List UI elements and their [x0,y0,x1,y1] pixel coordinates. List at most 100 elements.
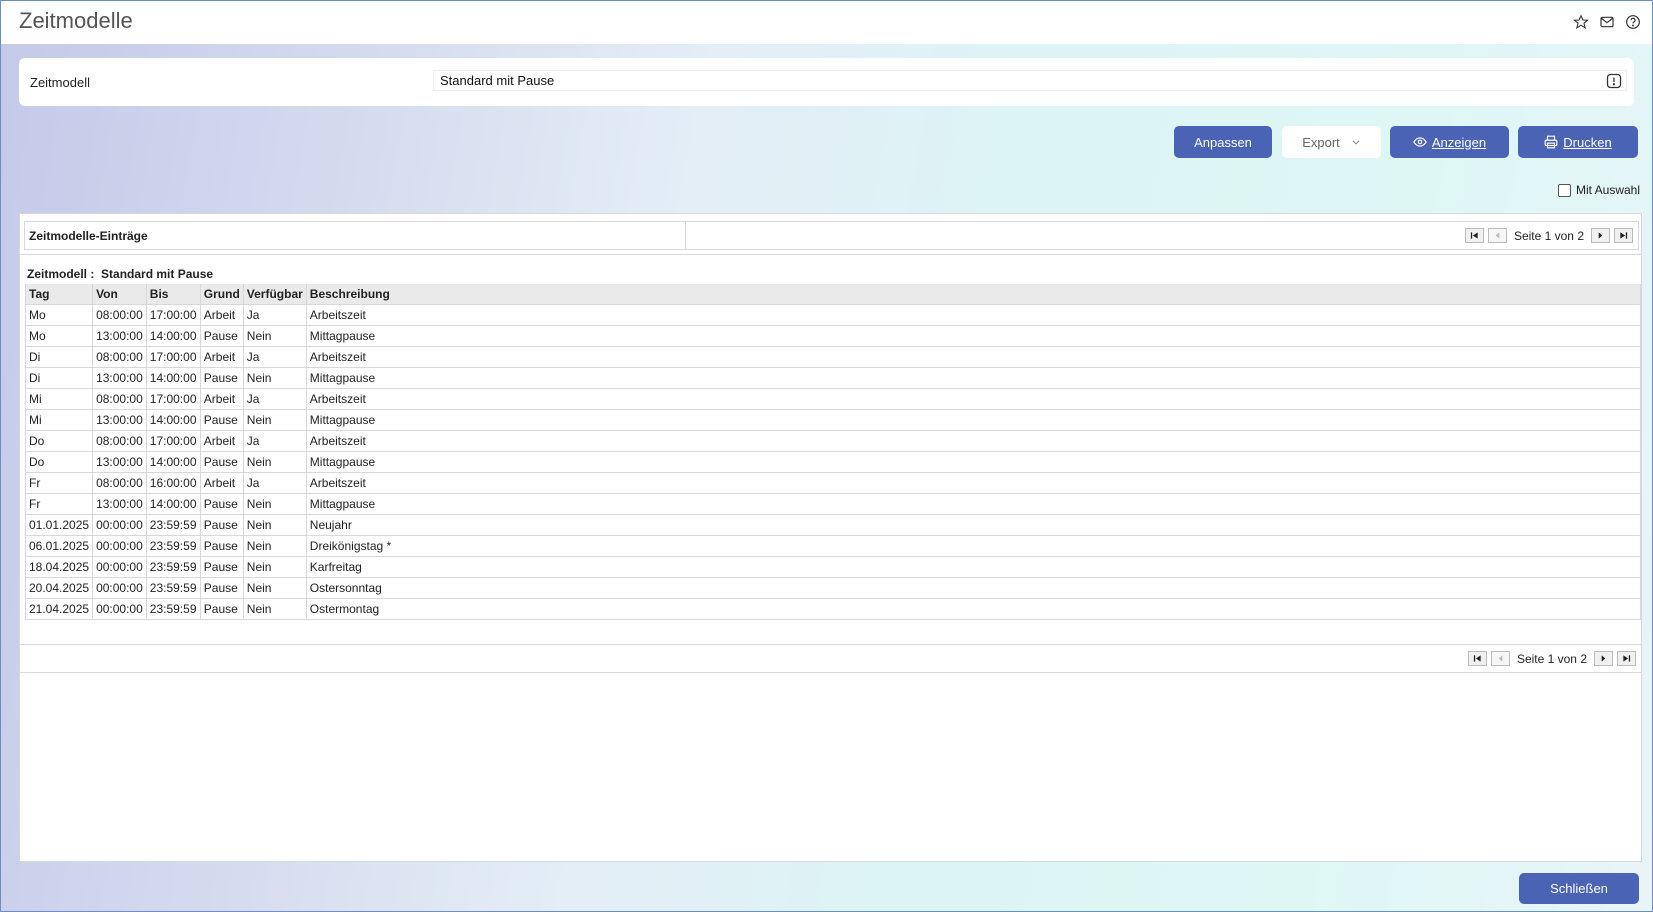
table-cell: Nein [243,325,307,347]
table-cell: Arbeitszeit [306,346,1642,368]
table-cell: Arbeitszeit [306,304,1642,326]
report-footer: Seite 1 von 2 [20,644,1641,673]
table-cell: Pause [200,514,244,536]
zeitmodell-input[interactable] [433,70,1627,91]
alert-icon[interactable] [1606,73,1622,89]
page-title: Zeitmodelle [19,8,133,33]
header-icons [1572,13,1642,31]
table-cell: 14:00:00 [146,409,201,431]
anpassen-button[interactable]: Anpassen [1174,126,1272,158]
table-row: Di 08:00:00 17:00:00 Arbeit Ja Arbeitszeit [24,346,1642,368]
table-row: Mo 13:00:00 14:00:00 Pause Nein Mittagpause [24,325,1642,347]
table-cell: 08:00:00 [92,430,147,452]
table-cell: 00:00:00 [92,514,147,536]
table-cell: 20.04.2025 [24,577,94,599]
table-cell: Mittagpause [306,409,1642,431]
table-cell: Ja [243,430,307,452]
last-page-icon[interactable] [1617,651,1636,666]
table-row: Fr 08:00:00 16:00:00 Arbeit Ja Arbeitszeit [24,472,1642,494]
help-icon[interactable] [1624,13,1642,31]
table-cell: 13:00:00 [92,367,147,389]
table-row: 18.04.2025 00:00:00 23:59:59 Pause Nein Karfr… [24,556,1642,578]
table-cell: 00:00:00 [92,535,147,557]
first-page-icon[interactable] [1467,651,1487,666]
printer-icon [1544,135,1558,149]
divider [20,254,1641,255]
table-cell: Ja [243,388,307,410]
schliessen-button[interactable]: Schließen [1519,873,1639,904]
table-cell: Di [24,346,94,368]
table-cell: Nein [243,577,307,599]
last-page-icon[interactable] [1614,228,1633,243]
table-cell: 14:00:00 [146,367,201,389]
anzeigen-label: Anzeigen [1431,134,1487,150]
mit-auswahl-option[interactable]: Mit Auswahl [1557,183,1640,197]
table-cell: Nein [243,598,307,620]
export-label: Export [1302,134,1340,150]
table-cell: 23:59:59 [146,577,201,599]
pager-top: Seite 1 von 2 [1464,228,1633,243]
table-cell: Nein [243,514,307,536]
table-cell: 23:59:59 [146,514,201,536]
first-page-icon[interactable] [1464,228,1484,243]
table-cell: 08:00:00 [92,472,147,494]
table-cell: 14:00:00 [146,325,201,347]
table-cell: Nein [243,367,307,389]
drucken-label: Drucken [1563,134,1612,150]
table-cell: 17:00:00 [146,430,201,452]
table-cell: Arbeitszeit [306,472,1642,494]
table-cell: 00:00:00 [92,577,147,599]
eye-icon [1413,137,1427,147]
anzeigen-button[interactable]: Anzeigen [1390,126,1509,158]
table-cell: 16:00:00 [146,472,201,494]
table-cell: 13:00:00 [92,493,147,515]
table-cell: 08:00:00 [92,304,147,326]
table-row: Mi 08:00:00 17:00:00 Arbeit Ja Arbeitszeit [24,388,1642,410]
table-cell: 23:59:59 [146,598,201,620]
table-cell: Arbeit [200,430,244,452]
table-cell: Mittagpause [306,325,1642,347]
table-row: 06.01.2025 00:00:00 23:59:59 Pause Nein Dreik… [24,535,1642,557]
table-cell: Dreikönigstag * [306,535,1642,557]
col-grund: Grund [200,284,244,305]
export-dropdown[interactable]: Export [1282,126,1381,158]
prev-page-icon[interactable] [1487,228,1507,243]
mit-auswahl-label: Mit Auswahl [1575,183,1640,197]
table-cell: Ostersonntag [306,577,1642,599]
table-cell: 13:00:00 [92,409,147,431]
group-label: Zeitmodell : [27,267,95,281]
drucken-button[interactable]: Drucken [1518,126,1638,158]
table-row: 20.04.2025 00:00:00 23:59:59 Pause Nein Oster… [24,577,1642,599]
star-icon[interactable] [1572,13,1590,31]
table-cell: 08:00:00 [92,388,147,410]
mit-auswahl-checkbox[interactable] [1557,183,1571,197]
next-page-icon[interactable] [1594,651,1613,666]
table-cell: Pause [200,325,244,347]
group-header: Zeitmodell : Standard mit Pause [27,267,213,281]
col-tag: Tag [24,284,94,305]
table-cell: Pause [200,556,244,578]
table-cell: Arbeitszeit [306,388,1642,410]
table-cell: Mo [24,304,94,326]
table-cell: 18.04.2025 [24,556,94,578]
table-cell: Karfreitag [306,556,1642,578]
table-cell: Arbeit [200,472,244,494]
pager-bottom: Seite 1 von 2 [1467,651,1636,666]
table-cell: Ja [243,346,307,368]
table-cell: 00:00:00 [92,598,147,620]
next-page-icon[interactable] [1591,228,1610,243]
table-cell: Ja [243,472,307,494]
table-cell: Fr [24,493,94,515]
report-title: Zeitmodelle-Einträge [25,222,686,249]
table-cell: Mi [24,409,94,431]
page-indicator: Seite 1 von 2 [1516,651,1587,666]
table-cell: Pause [200,577,244,599]
table-cell: 14:00:00 [146,493,201,515]
prev-page-icon[interactable] [1490,651,1510,666]
entries-table: Tag Von Bis Grund Verfügbar Beschreibung… [24,284,1642,620]
col-beschreibung: Beschreibung [306,284,1642,305]
table-cell: Pause [200,451,244,473]
mail-icon[interactable] [1598,13,1616,31]
table-cell: Arbeitszeit [306,430,1642,452]
page-indicator: Seite 1 von 2 [1513,228,1584,243]
